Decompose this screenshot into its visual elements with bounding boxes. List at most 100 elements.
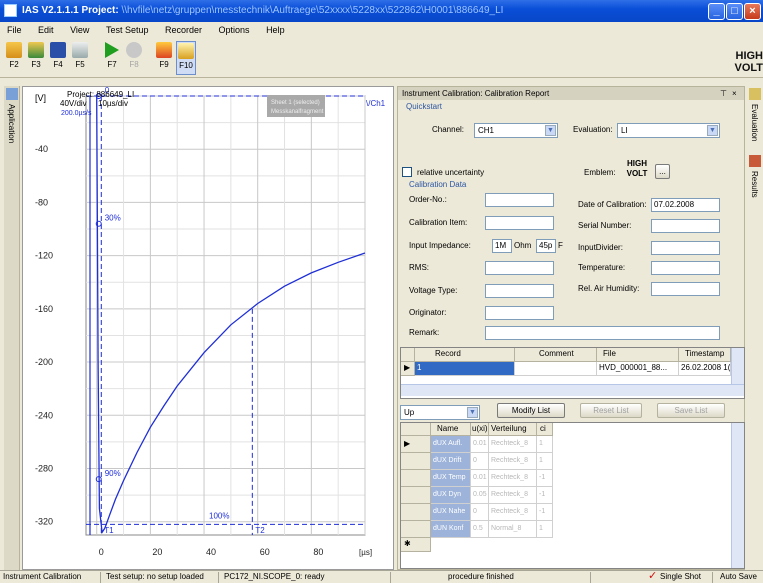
- unc-name-cell[interactable]: dUX Temp: [431, 470, 471, 487]
- order-no-field[interactable]: [485, 193, 554, 207]
- timestamp-cell[interactable]: 26.02.2008 1(: [679, 362, 731, 376]
- unc-ci-cell[interactable]: 1: [537, 436, 553, 453]
- unc-vscroll[interactable]: [731, 423, 744, 568]
- uncertainty-table[interactable]: Name u(xi) Verteilung ci ▶ dUX Aufl. 0.01 R…: [400, 422, 745, 569]
- records-vscroll[interactable]: [731, 348, 744, 384]
- evaluation-select[interactable]: LI ▼: [617, 123, 720, 138]
- menu-edit[interactable]: Edit: [31, 22, 61, 39]
- x-unit-label: [µs]: [359, 548, 372, 557]
- y-tick-label: -40: [35, 144, 48, 154]
- reset-list-button[interactable]: Reset List: [580, 403, 642, 418]
- unc-u-cell[interactable]: 0: [471, 504, 489, 521]
- unc-distribution-cell[interactable]: Rechteck_8: [489, 436, 537, 453]
- channel-select[interactable]: CH1 ▼: [474, 123, 558, 138]
- stop-button[interactable]: F8: [124, 41, 144, 75]
- run-button[interactable]: F7: [102, 41, 122, 75]
- app-icon: [4, 4, 17, 17]
- records-header-record[interactable]: Record: [415, 348, 515, 362]
- maximize-button[interactable]: □: [726, 3, 743, 20]
- remark-field[interactable]: [485, 326, 720, 340]
- save-as-button[interactable]: F3: [26, 41, 46, 75]
- input-divider-field[interactable]: [651, 241, 720, 255]
- unc-ci-cell[interactable]: -1: [537, 504, 553, 521]
- menu-test-setup[interactable]: Test Setup: [99, 22, 156, 39]
- relative-uncertainty-label: relative uncertainty: [417, 168, 485, 177]
- calibration-item-field[interactable]: [485, 216, 554, 230]
- date-of-calibration-field[interactable]: 07.02.2008: [651, 198, 720, 212]
- unc-distribution-cell[interactable]: Rechteck_8: [489, 470, 537, 487]
- modify-list-button[interactable]: Modify List: [497, 403, 565, 418]
- print-button[interactable]: F5: [70, 41, 90, 75]
- records-header-file[interactable]: File: [597, 348, 679, 362]
- remark-label: Remark:: [409, 328, 440, 337]
- stop-icon: [126, 42, 142, 58]
- status-single-shot[interactable]: Single Shot: [660, 571, 701, 583]
- unc-header-name[interactable]: Name: [431, 423, 471, 436]
- unc-distribution-cell[interactable]: Rechteck_8: [489, 453, 537, 470]
- close-button[interactable]: ×: [744, 3, 761, 20]
- input-impedance-label: Input Impedance:: [409, 241, 471, 250]
- pin-icon[interactable]: ⊤: [720, 87, 727, 100]
- evaluation-tab[interactable]: Evaluation: [750, 104, 759, 141]
- menu-view[interactable]: View: [63, 22, 96, 39]
- records-header-comment[interactable]: Comment: [515, 348, 597, 362]
- unc-row-header: [401, 504, 431, 521]
- unc-ci-cell[interactable]: 1: [537, 453, 553, 470]
- air-humidity-field[interactable]: [651, 282, 720, 296]
- panel-close-icon[interactable]: ×: [732, 87, 737, 100]
- application-tab[interactable]: Application: [7, 104, 16, 143]
- run-icon: [105, 42, 119, 58]
- unc-u-cell[interactable]: 0: [471, 453, 489, 470]
- voltage-type-field[interactable]: [485, 284, 554, 298]
- unc-name-cell[interactable]: dUX Dyn: [431, 487, 471, 504]
- unc-header-distribution[interactable]: Verteilung: [489, 423, 537, 436]
- scope-plot[interactable]: -40 -80 -120 -160 -200 -240 -280 -320 0 20 40 60 80 […: [22, 86, 394, 570]
- unc-ci-cell[interactable]: -1: [537, 470, 553, 487]
- unc-name-cell[interactable]: dUN Konf: [431, 521, 471, 538]
- minimize-button[interactable]: _: [708, 3, 725, 20]
- unc-u-cell[interactable]: 0.05: [471, 487, 489, 504]
- relative-uncertainty-checkbox[interactable]: [402, 167, 412, 177]
- file-cell[interactable]: HVD_000001_88...: [597, 362, 679, 376]
- save-button[interactable]: F4: [48, 41, 68, 75]
- impedance-c-field[interactable]: 45p: [536, 239, 556, 253]
- open-button[interactable]: F2: [4, 41, 24, 75]
- status-auto-save[interactable]: Auto Save: [720, 571, 757, 583]
- record-cell[interactable]: 1: [415, 362, 515, 376]
- y-tick-label: -280: [35, 463, 53, 473]
- results-tab[interactable]: Results: [750, 171, 759, 198]
- unc-ci-cell[interactable]: 1: [537, 521, 553, 538]
- x-tick-label: 20: [152, 547, 162, 557]
- unc-name-cell[interactable]: dUX Aufl.: [431, 436, 471, 453]
- save-list-button[interactable]: Save List: [657, 403, 725, 418]
- unc-distribution-cell[interactable]: Rechteck_8: [489, 487, 537, 504]
- unc-header-u[interactable]: u(xi): [471, 423, 489, 436]
- unc-distribution-cell[interactable]: Rechteck_8: [489, 504, 537, 521]
- emblem-browse-button[interactable]: ...: [655, 164, 670, 179]
- unc-u-cell[interactable]: 0.01: [471, 470, 489, 487]
- menu-recorder[interactable]: Recorder: [158, 22, 209, 39]
- serial-number-field[interactable]: [651, 219, 720, 233]
- records-header-timestamp[interactable]: Timestamp: [679, 348, 731, 362]
- records-hscroll[interactable]: [401, 384, 744, 396]
- calibration-button[interactable]: F9: [154, 41, 174, 75]
- menu-file[interactable]: File: [0, 22, 29, 39]
- temperature-field[interactable]: [651, 261, 720, 275]
- menu-options[interactable]: Options: [212, 22, 257, 39]
- comment-cell[interactable]: [515, 362, 597, 376]
- highvolt-logo: HIGH VOLT: [734, 50, 763, 74]
- records-table[interactable]: Record Comment File Timestamp ▶ 1 HVD_00…: [400, 347, 745, 399]
- unc-distribution-cell[interactable]: Normal_8: [489, 521, 537, 538]
- menu-help[interactable]: Help: [259, 22, 292, 39]
- unc-name-cell[interactable]: dUX Drift: [431, 453, 471, 470]
- list-select[interactable]: Up ▼: [400, 405, 480, 420]
- report-button[interactable]: F10: [176, 41, 196, 75]
- unc-ci-cell[interactable]: -1: [537, 487, 553, 504]
- unc-name-cell[interactable]: dUX Nahe: [431, 504, 471, 521]
- unc-u-cell[interactable]: 0.01: [471, 436, 489, 453]
- originator-field[interactable]: [485, 306, 554, 320]
- rms-field[interactable]: [485, 261, 554, 275]
- impedance-r-field[interactable]: 1M: [492, 239, 512, 253]
- unc-header-ci[interactable]: ci: [537, 423, 553, 436]
- unc-u-cell[interactable]: 0.5: [471, 521, 489, 538]
